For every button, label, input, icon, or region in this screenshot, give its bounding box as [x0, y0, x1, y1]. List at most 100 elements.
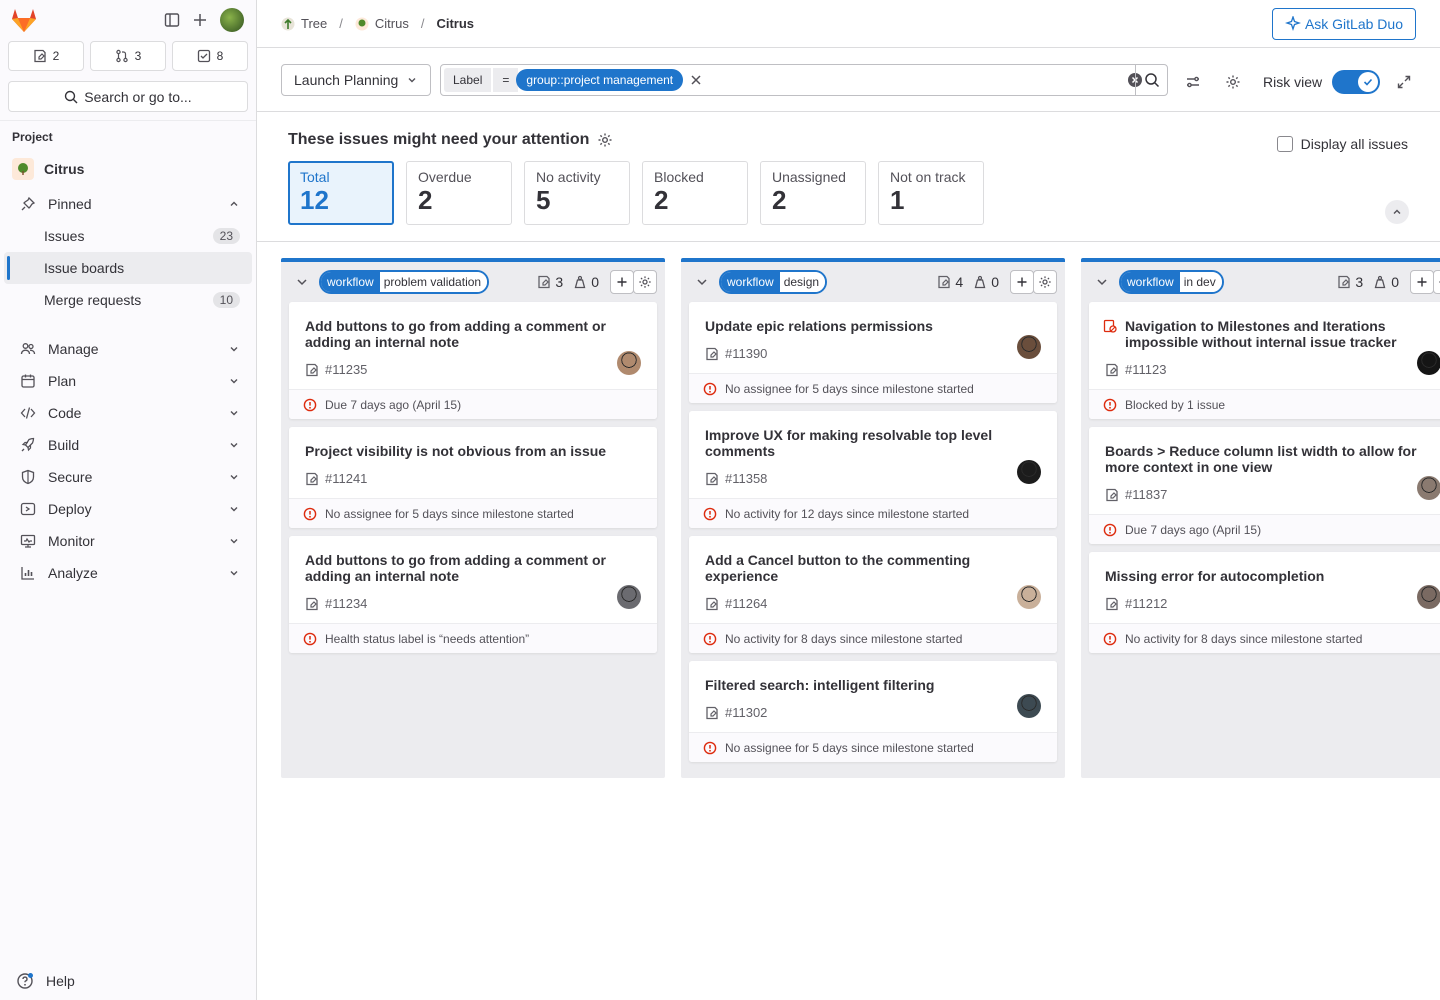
display-all-label: Display all issues — [1300, 136, 1408, 152]
issue-id: #11837 — [1125, 487, 1168, 502]
issue-icon — [305, 472, 319, 486]
fullscreen-icon[interactable] — [1396, 74, 1412, 90]
stat-blocked[interactable]: Blocked 2 — [642, 161, 748, 225]
sidebar-item-monitor[interactable]: Monitor — [4, 525, 252, 557]
issue-title[interactable]: Add buttons to go from adding a comment … — [305, 552, 641, 584]
help-button[interactable]: Help — [16, 972, 75, 990]
token-name[interactable]: Label — [444, 68, 492, 92]
issues-count-button[interactable]: 2 — [8, 41, 84, 71]
issue-count: 4 — [955, 274, 964, 290]
merge-requests-count-button[interactable]: 3 — [90, 41, 166, 71]
project-link[interactable]: Citrus — [0, 154, 256, 184]
assignee-avatar[interactable] — [1017, 585, 1041, 609]
issue-title[interactable]: Filtered search: intelligent filtering — [705, 677, 1041, 693]
token-operator[interactable]: = — [493, 68, 519, 92]
stat-unassigned[interactable]: Unassigned 2 — [760, 161, 866, 225]
breadcrumb-current[interactable]: Citrus — [436, 16, 474, 31]
risk-view-toggle[interactable] — [1332, 70, 1381, 94]
issue-title[interactable]: Navigation to Milestones and Iterations … — [1105, 318, 1440, 350]
filtered-search-input[interactable]: Label = group::project management — [440, 64, 1168, 96]
close-icon[interactable] — [689, 73, 703, 87]
chevron-down-icon[interactable] — [295, 275, 309, 289]
issue-card[interactable]: Missing error for autocompletion #11212 No… — [1089, 552, 1440, 653]
assignee-avatar[interactable] — [1417, 585, 1440, 609]
sidebar-item-plan[interactable]: Plan — [4, 365, 252, 397]
assignee-avatar[interactable] — [1017, 460, 1041, 484]
issue-title[interactable]: Add buttons to go from adding a comment … — [305, 318, 641, 350]
assignee-avatar[interactable] — [1417, 476, 1440, 500]
board-selector[interactable]: Launch Planning — [281, 63, 432, 96]
issue-card[interactable]: Add buttons to go from adding a comment … — [289, 302, 657, 419]
issue-card[interactable]: Add a Cancel button to the commenting ex… — [689, 536, 1057, 653]
settings-gear-icon[interactable] — [597, 132, 613, 148]
breadcrumb-item[interactable]: Citrus — [375, 16, 409, 31]
issue-card[interactable]: Filtered search: intelligent filtering #1… — [689, 661, 1057, 762]
sidebar-item-manage[interactable]: Manage — [4, 333, 252, 365]
issue-card[interactable]: Navigation to Milestones and Iterations … — [1089, 302, 1440, 419]
sidebar-item-issues[interactable]: Issues 23 — [4, 220, 252, 252]
chevron-down-icon[interactable] — [695, 275, 709, 289]
sidebar-item-build[interactable]: Build — [4, 429, 252, 461]
list-settings-gear-icon[interactable] — [1433, 270, 1440, 294]
assignee-avatar[interactable] — [1417, 351, 1440, 375]
gitlab-logo-icon[interactable] — [10, 7, 38, 33]
scoped-label[interactable]: workflow in dev — [1119, 270, 1224, 294]
breadcrumb-item[interactable]: Tree — [301, 16, 327, 31]
add-issue-button[interactable] — [1410, 270, 1434, 294]
risk-reason: No activity for 8 days since milestone s… — [1125, 631, 1363, 646]
issue-card[interactable]: Update epic relations permissions #11390 N… — [689, 302, 1057, 403]
chevron-down-icon[interactable] — [1095, 275, 1109, 289]
pinned-toggle[interactable]: Pinned — [4, 188, 252, 220]
search-icon[interactable] — [1135, 65, 1167, 95]
sort-options-icon[interactable] — [1185, 74, 1201, 90]
issue-card[interactable]: Project visibility is not obvious from a… — [289, 427, 657, 528]
add-issue-button[interactable] — [610, 270, 634, 294]
issue-title[interactable]: Update epic relations permissions — [705, 318, 1041, 334]
issue-card[interactable]: Add buttons to go from adding a comment … — [289, 536, 657, 653]
issue-id: #11390 — [725, 346, 768, 361]
collapse-sidebar-icon[interactable] — [164, 12, 180, 28]
stat-no-activity[interactable]: No activity 5 — [524, 161, 630, 225]
issue-title[interactable]: Improve UX for making resolvable top lev… — [705, 427, 1041, 459]
sidebar-item-deploy[interactable]: Deploy — [4, 493, 252, 525]
settings-gear-icon[interactable] — [1225, 74, 1241, 90]
stat-not-on-track[interactable]: Not on track 1 — [878, 161, 984, 225]
risk-reason: No activity for 12 days since milestone … — [725, 506, 970, 521]
assignee-avatar[interactable] — [1017, 694, 1041, 718]
user-avatar[interactable] — [220, 8, 244, 32]
sidebar-item-merge-requests[interactable]: Merge requests 10 — [4, 284, 252, 316]
issue-card[interactable]: Boards > Reduce column list width to all… — [1089, 427, 1440, 544]
sidebar-item-issue-boards[interactable]: Issue boards — [4, 252, 252, 284]
breadcrumb: Tree / Citrus / Citrus — [281, 16, 474, 31]
scoped-label[interactable]: workflow problem validation — [319, 270, 490, 294]
issue-title[interactable]: Add a Cancel button to the commenting ex… — [705, 552, 1041, 584]
collapse-button[interactable] — [1385, 200, 1409, 224]
issue-title[interactable]: Boards > Reduce column list width to all… — [1105, 443, 1440, 475]
assignee-avatar[interactable] — [1017, 335, 1041, 359]
checkbox[interactable] — [1276, 136, 1293, 152]
add-issue-button[interactable] — [1010, 270, 1034, 294]
assignee-avatar[interactable] — [617, 351, 641, 375]
scoped-label[interactable]: workflow design — [719, 270, 828, 294]
sidebar-item-label: Analyze — [48, 565, 98, 581]
sidebar-item-analyze[interactable]: Analyze — [4, 557, 252, 589]
list-settings-gear-icon[interactable] — [1033, 270, 1057, 294]
chevron-down-icon — [228, 567, 240, 579]
display-all-issues-checkbox[interactable]: Display all issues — [1276, 136, 1408, 152]
issue-id: #11358 — [725, 471, 768, 486]
search-or-go-button[interactable]: Search or go to... — [8, 81, 248, 112]
todos-count-button[interactable]: 8 — [172, 41, 248, 71]
list-settings-gear-icon[interactable] — [633, 270, 657, 294]
plus-icon[interactable] — [192, 12, 208, 28]
issue-title[interactable]: Project visibility is not obvious from a… — [305, 443, 641, 459]
stat-total[interactable]: Total 12 — [288, 161, 394, 225]
token-value[interactable]: group::project management — [516, 69, 684, 91]
sidebar-item-secure[interactable]: Secure — [4, 461, 252, 493]
stat-overdue[interactable]: Overdue 2 — [406, 161, 512, 225]
risk-reason: No assignee for 5 days since milestone s… — [725, 740, 974, 755]
issue-card[interactable]: Improve UX for making resolvable top lev… — [689, 411, 1057, 528]
issue-title[interactable]: Missing error for autocompletion — [1105, 568, 1440, 584]
ask-gitlab-duo-button[interactable]: Ask GitLab Duo — [1271, 8, 1416, 40]
sidebar-item-code[interactable]: Code — [4, 397, 252, 429]
assignee-avatar[interactable] — [617, 585, 641, 609]
